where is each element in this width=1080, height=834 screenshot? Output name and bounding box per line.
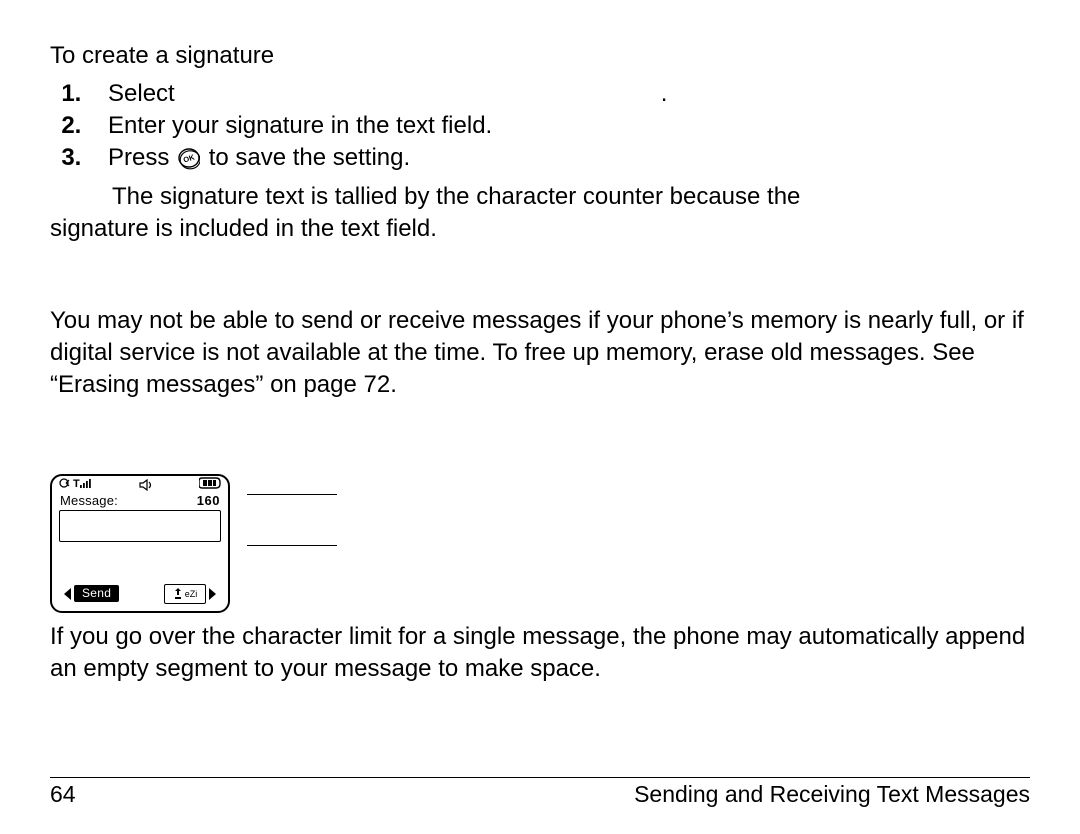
step-2-text: Enter your signature in the text field. (108, 112, 492, 139)
speaker-icon (139, 479, 157, 491)
page-footer: 64 Sending and Receiving Text Messages (50, 781, 1030, 808)
ok-button-icon: OK (178, 148, 200, 170)
left-arrow-icon (58, 588, 71, 600)
send-softkey: Send (74, 585, 119, 602)
phone-screen-figure: T (50, 474, 1030, 613)
intro-text: To create a signature (50, 40, 1030, 72)
text-mode-indicator: eZi (164, 584, 206, 604)
phone-softkey-bar: Send eZi (56, 583, 224, 605)
page-number: 64 (50, 781, 76, 808)
step-1-trailing: . (661, 80, 668, 107)
callout-lines (247, 494, 337, 596)
section-title: Sending and Receiving Text Messages (634, 781, 1030, 808)
svg-text:OK: OK (182, 153, 196, 165)
step-3: Press OK to save the setting. (88, 142, 1030, 174)
memory-paragraph: You may not be able to send or receive m… (50, 305, 1030, 401)
phone-char-count: 160 (197, 493, 220, 508)
step-3-after: to save the setting. (209, 144, 410, 171)
after-screen-paragraph: If you go over the character limit for a… (50, 621, 1030, 685)
phone-message-label: Message: (60, 493, 118, 508)
phone-status-bar: T (59, 478, 221, 492)
text-mode-label: eZi (185, 589, 198, 599)
right-arrow-icon (209, 588, 222, 600)
step-2: Enter your signature in the text field. (88, 110, 1030, 142)
step-1: Select. (88, 78, 1030, 110)
step-3-before: Press (108, 144, 169, 171)
phone-screen: T (50, 474, 230, 613)
note-line-1: The signature text is tallied by the cha… (50, 181, 1030, 213)
note-paragraph: The signature text is tallied by the cha… (50, 181, 1030, 245)
step-1-text: Select (108, 80, 175, 107)
phone-text-input (59, 510, 221, 542)
note-line-2: signature is included in the text field. (50, 215, 437, 242)
signal-icon: T (59, 477, 97, 492)
battery-icon (199, 477, 221, 492)
svg-text:T: T (73, 478, 80, 489)
footer-rule (50, 777, 1030, 778)
steps-list: Select. Enter your signature in the text… (50, 78, 1030, 175)
